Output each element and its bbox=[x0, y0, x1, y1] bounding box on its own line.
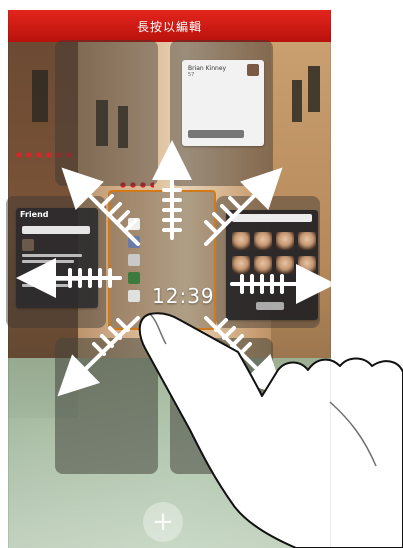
screen-frame bbox=[8, 10, 331, 548]
